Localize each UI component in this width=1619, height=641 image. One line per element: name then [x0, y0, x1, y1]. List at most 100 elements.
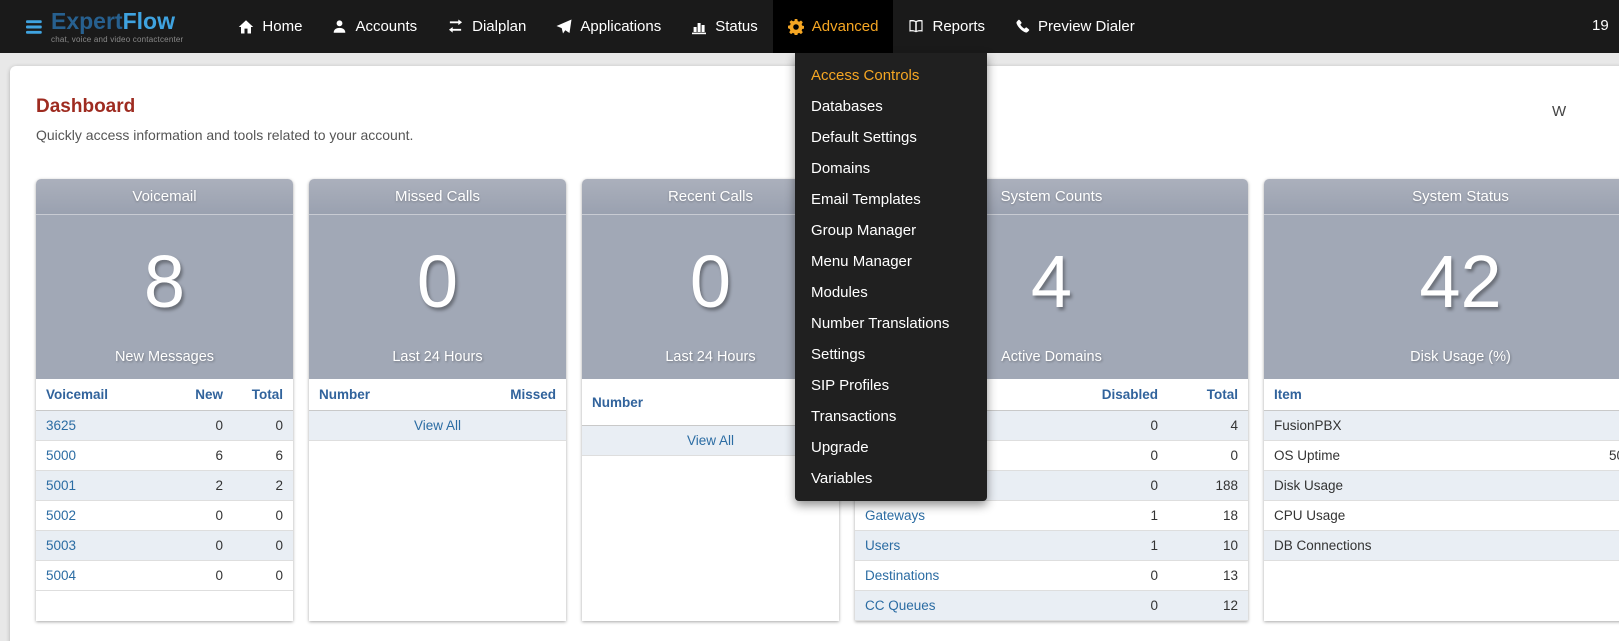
menu-item-default-settings[interactable]: Default Settings	[795, 122, 987, 153]
cell-link-5002[interactable]: 5002	[46, 508, 76, 523]
cell-link-5004[interactable]: 5004	[46, 568, 76, 583]
nav-item-reports[interactable]: Reports	[893, 0, 1000, 53]
nav-item-label: Applications	[580, 18, 661, 35]
home-icon	[238, 19, 254, 35]
nav-right-text: 19	[1592, 17, 1609, 34]
table-cell: 0	[173, 501, 233, 531]
table-row: 500300	[36, 531, 293, 561]
nav-item-label: Advanced	[812, 18, 879, 35]
card-big-number: 0	[690, 215, 731, 349]
card-caption: Disk Usage (%)	[1410, 349, 1511, 365]
menu-item-number-translations[interactable]: Number Translations	[795, 308, 987, 339]
card-header: Voicemail	[36, 179, 293, 215]
card-title: System Counts	[1001, 188, 1103, 205]
table-cell: 10	[1168, 531, 1248, 561]
card-table: Item FusionPBXOS Uptime50Disk UsageCPU U…	[1264, 379, 1619, 561]
cell-link-3625[interactable]: 3625	[46, 418, 76, 433]
menu-item-transactions[interactable]: Transactions	[795, 401, 987, 432]
table-cell: 0	[1073, 411, 1168, 441]
card-big-number: 4	[1031, 215, 1072, 349]
advanced-dropdown-menu: Access ControlsDatabasesDefault Settings…	[795, 53, 987, 501]
menu-item-sip-profiles[interactable]: SIP Profiles	[795, 370, 987, 401]
logo-text-primary: Expert	[51, 8, 123, 34]
exchange-arrows-icon	[447, 19, 464, 34]
menu-item-email-templates[interactable]: Email Templates	[795, 184, 987, 215]
top-nav: ExpertFlow chat, voice and video contact…	[0, 0, 1619, 53]
table-row: 5002 00	[36, 501, 293, 531]
nav-item-home[interactable]: Home	[223, 0, 317, 53]
user-icon	[332, 19, 347, 34]
logo[interactable]: ExpertFlow chat, voice and video contact…	[26, 10, 183, 44]
cell-link-cc-queues[interactable]: CC Queues	[865, 598, 936, 613]
table-cell: CC Queues	[855, 591, 1073, 621]
bar-chart-icon	[691, 19, 707, 35]
view-all-link[interactable]: View All	[687, 433, 734, 448]
card-header: Missed Calls	[309, 179, 566, 215]
table-cell: Disk Usage	[1264, 471, 1599, 501]
nav-item-label: Status	[715, 18, 758, 35]
menu-item-menu-manager[interactable]: Menu Manager	[795, 246, 987, 277]
menu-item-upgrade[interactable]: Upgrade	[795, 432, 987, 463]
table-cell: 5004	[36, 561, 173, 591]
nav-item-applications[interactable]: Applications	[541, 0, 676, 53]
table-cell: 4	[1168, 411, 1248, 441]
table-cell: 0	[1073, 441, 1168, 471]
col-header-total: Total	[233, 379, 293, 411]
table-cell: 0	[233, 501, 293, 531]
table-cell: 0	[173, 561, 233, 591]
cell-link-5001[interactable]: 5001	[46, 478, 76, 493]
menu-item-access-controls[interactable]: Access Controls	[795, 60, 987, 91]
table-cell: 0	[1073, 591, 1168, 621]
cell-link-destinations[interactable]: Destinations	[865, 568, 939, 583]
menu-item-modules[interactable]: Modules	[795, 277, 987, 308]
view-all-link[interactable]: View All	[414, 418, 461, 433]
col-header-number: Number	[309, 379, 496, 411]
card-body: 8 New Messages	[36, 215, 293, 379]
table-cell: 5002	[36, 501, 173, 531]
table-cell: 188	[1168, 471, 1248, 501]
logo-tagline: chat, voice and video contactcenter	[51, 35, 183, 44]
card-big-number: 8	[144, 215, 185, 349]
nav-item-accounts[interactable]: Accounts	[317, 0, 432, 53]
table-row: Gateways118	[855, 501, 1248, 531]
table-row: 500122	[36, 471, 293, 501]
table-cell: 0	[1073, 561, 1168, 591]
menu-item-domains[interactable]: Domains	[795, 153, 987, 184]
nav-item-label: Dialplan	[472, 18, 526, 35]
nav-item-label: Preview Dialer	[1038, 18, 1135, 35]
table-row: Destinations013	[855, 561, 1248, 591]
table-cell: Gateways	[855, 501, 1073, 531]
logo-text: ExpertFlow chat, voice and video contact…	[51, 10, 183, 44]
gear-icon	[788, 19, 804, 35]
col-header-value	[1599, 379, 1619, 411]
table-cell: 5000	[36, 441, 173, 471]
menu-item-variables[interactable]: Variables	[795, 463, 987, 494]
table-cell: 0	[233, 561, 293, 591]
cell-link-5003[interactable]: 5003	[46, 538, 76, 553]
table-cell: 50	[1599, 441, 1619, 471]
nav-item-advanced[interactable]: Advanced	[773, 0, 894, 53]
table-cell: DB Connections	[1264, 531, 1599, 561]
table-cell: 0	[173, 411, 233, 441]
card-header: System Status	[1264, 179, 1619, 215]
card-caption: Last 24 Hours	[392, 349, 482, 365]
report-book-icon	[908, 19, 924, 34]
table-cell: 12	[1168, 591, 1248, 621]
menu-item-settings[interactable]: Settings	[795, 339, 987, 370]
nav-item-status[interactable]: Status	[676, 0, 773, 53]
cell-link-5000[interactable]: 5000	[46, 448, 76, 463]
table-cell	[1599, 531, 1619, 561]
nav-item-preview-dialer[interactable]: Preview Dialer	[1000, 0, 1150, 53]
cell-link-gateways[interactable]: Gateways	[865, 508, 925, 523]
card-title: Missed Calls	[395, 188, 480, 205]
table-row: OS Uptime50	[1264, 441, 1619, 471]
card-body: 0 Last 24 Hours	[309, 215, 566, 379]
table-cell: 6	[173, 441, 233, 471]
menu-item-group-manager[interactable]: Group Manager	[795, 215, 987, 246]
table-cell: 1	[1073, 501, 1168, 531]
table-cell: CPU Usage	[1264, 501, 1599, 531]
cell-link-users[interactable]: Users	[865, 538, 900, 553]
menu-item-databases[interactable]: Databases	[795, 91, 987, 122]
nav-item-dialplan[interactable]: Dialplan	[432, 0, 541, 53]
table-header-row: Item	[1264, 379, 1619, 411]
